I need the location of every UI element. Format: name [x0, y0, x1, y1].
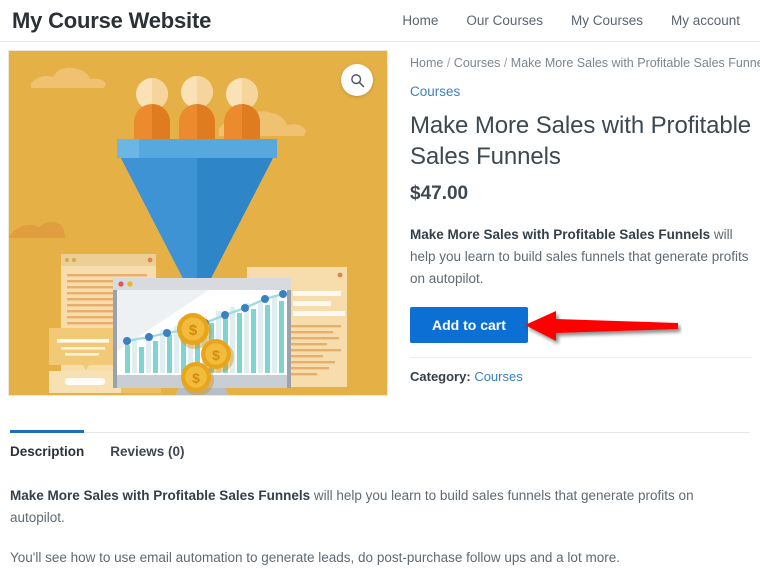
svg-text:$: $ [192, 370, 200, 386]
breadcrumb: Home / Courses / Make More Sales with Pr… [410, 56, 760, 70]
price-value: $47.00 [410, 183, 469, 205]
product-image[interactable]: $ $ $ [8, 50, 388, 396]
product-category-meta: Category: Courses [410, 369, 752, 384]
site-title: My Course Website [12, 7, 212, 33]
search-icon [350, 73, 364, 87]
product-area: $ $ $ Home / Courses / Make More Sales w… [0, 42, 760, 396]
nav-link-my-account[interactable]: My account [671, 13, 740, 28]
image-zoom-button[interactable] [341, 64, 373, 96]
svg-text:$: $ [212, 347, 220, 363]
sales-funnel-illustration: $ $ $ [9, 51, 387, 395]
product-tabs: Description Reviews (0) [10, 430, 750, 465]
nav-link-home[interactable]: Home [402, 13, 438, 28]
breadcrumb-item-home[interactable]: Home [410, 56, 443, 70]
product-short-description: Make More Sales with Profitable Sales Fu… [410, 224, 752, 290]
summary-divider [410, 357, 752, 359]
red-arrow-annotation [525, 311, 678, 342]
product-price: $47.00 [410, 183, 752, 205]
description-paragraph-2: You'll see how to use email automation t… [10, 550, 620, 566]
short-description-bold: Make More Sales with Profitable Sales Fu… [410, 227, 711, 243]
description-paragraph-1: Make More Sales with Profitable Sales Fu… [10, 485, 750, 528]
product-title: Make More Sales with Profitable Sales Fu… [410, 112, 752, 171]
add-to-cart-button[interactable]: Add to cart [410, 307, 528, 344]
description-paragraph-1-bold: Make More Sales with Profitable Sales Fu… [10, 488, 311, 503]
product-gallery: $ $ $ [8, 50, 388, 396]
breadcrumb-item-current: Make More Sales with Profitable Sales Fu… [510, 56, 760, 70]
svg-text:$: $ [189, 322, 198, 339]
category-label: Category: [410, 369, 471, 385]
category-value-link[interactable]: Courses [474, 369, 522, 384]
nav-link-my-courses[interactable]: My Courses [571, 13, 643, 28]
breadcrumb-separator: / [446, 56, 451, 70]
product-tabs-section: Description Reviews (0) Make More Sales … [0, 430, 760, 569]
breadcrumb-separator: / [503, 56, 508, 70]
add-to-cart-row: Add to cart [410, 307, 752, 344]
tab-description[interactable]: Description [10, 430, 85, 465]
product-summary: Home / Courses / Make More Sales with Pr… [388, 50, 760, 396]
breadcrumb-item-courses[interactable]: Courses [454, 56, 501, 70]
nav-link-our-courses[interactable]: Our Courses [466, 13, 543, 28]
tab-reviews[interactable]: Reviews (0) [110, 430, 184, 465]
site-header: My Course Website Home Our Courses My Co… [0, 0, 760, 41]
tab-panel-description: Make More Sales with Profitable Sales Fu… [10, 485, 750, 569]
main-navigation: Home Our Courses My Courses My account [402, 13, 752, 28]
product-category-link[interactable]: Courses [410, 84, 460, 99]
